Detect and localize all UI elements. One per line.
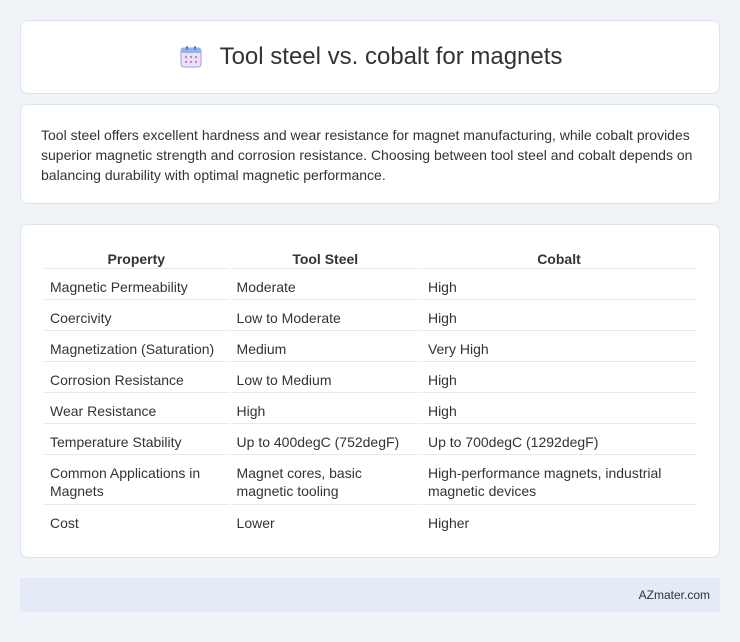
table-cell: Up to 400degC (752degF) bbox=[230, 424, 420, 455]
header-card: Tool steel vs. cobalt for magnets bbox=[20, 20, 720, 94]
table-row: Magnetization (Saturation) Medium Very H… bbox=[44, 331, 696, 362]
table-cell: Lower bbox=[236, 515, 275, 531]
table-cell: Temperature Stability bbox=[44, 424, 229, 455]
table-cell: Magnet cores, basic magnetic tooling bbox=[230, 455, 420, 505]
footer-bar: AZmater.com bbox=[20, 578, 720, 612]
table-row: Wear Resistance High High bbox=[44, 393, 696, 424]
column-header-cobalt: Cobalt bbox=[421, 245, 696, 269]
table-cell: High-performance magnets, industrial mag… bbox=[421, 455, 696, 505]
table-cell: Common Applications in Magnets bbox=[44, 455, 229, 505]
table-cell: High bbox=[421, 393, 696, 424]
table-row: Magnetic Permeability Moderate High bbox=[44, 269, 696, 300]
calendar-icon bbox=[178, 45, 204, 69]
table-row: Cost Lower Higher bbox=[44, 505, 696, 536]
table-cell: Wear Resistance bbox=[44, 393, 229, 424]
table-cell: Moderate bbox=[230, 269, 420, 300]
table-row: Corrosion Resistance Low to Medium High bbox=[44, 362, 696, 393]
column-header-tool-steel: Tool Steel bbox=[230, 245, 420, 269]
table-cell: High bbox=[421, 300, 696, 331]
table-header-row: Property Tool Steel Cobalt bbox=[44, 245, 696, 269]
table-cell: Low to Moderate bbox=[230, 300, 420, 331]
table-cell: Higher bbox=[427, 515, 470, 531]
table-cell: High bbox=[421, 269, 696, 300]
table-card: Property Tool Steel Cobalt Magnetic Perm… bbox=[20, 224, 720, 558]
header: Tool steel vs. cobalt for magnets bbox=[178, 43, 563, 71]
table-row: Coercivity Low to Moderate High bbox=[44, 300, 696, 331]
table-cell: Medium bbox=[230, 331, 420, 362]
table-cell: Coercivity bbox=[44, 300, 229, 331]
table-cell: High bbox=[421, 362, 696, 393]
intro-text: Tool steel offers excellent hardness and… bbox=[41, 127, 693, 183]
table-cell: Very High bbox=[421, 331, 696, 362]
table-row: Temperature Stability Up to 400degC (752… bbox=[44, 424, 696, 455]
comparison-table: Property Tool Steel Cobalt Magnetic Perm… bbox=[42, 245, 698, 536]
intro-card: Tool steel offers excellent hardness and… bbox=[20, 104, 720, 204]
table-cell: Corrosion Resistance bbox=[44, 362, 229, 393]
page-title: Tool steel vs. cobalt for magnets bbox=[219, 43, 563, 70]
table-cell: High bbox=[230, 393, 420, 424]
table-row: Common Applications in Magnets Magnet co… bbox=[44, 455, 696, 505]
table-cell: Cost bbox=[50, 515, 79, 531]
table-cell: Magnetization (Saturation) bbox=[44, 331, 229, 362]
footer-site-name: AZmater.com bbox=[638, 588, 710, 602]
table-cell: Up to 700degC (1292degF) bbox=[421, 424, 696, 455]
table-cell: Low to Medium bbox=[230, 362, 420, 393]
column-header-property: Property bbox=[44, 245, 229, 269]
table-cell: Magnetic Permeability bbox=[44, 269, 229, 300]
